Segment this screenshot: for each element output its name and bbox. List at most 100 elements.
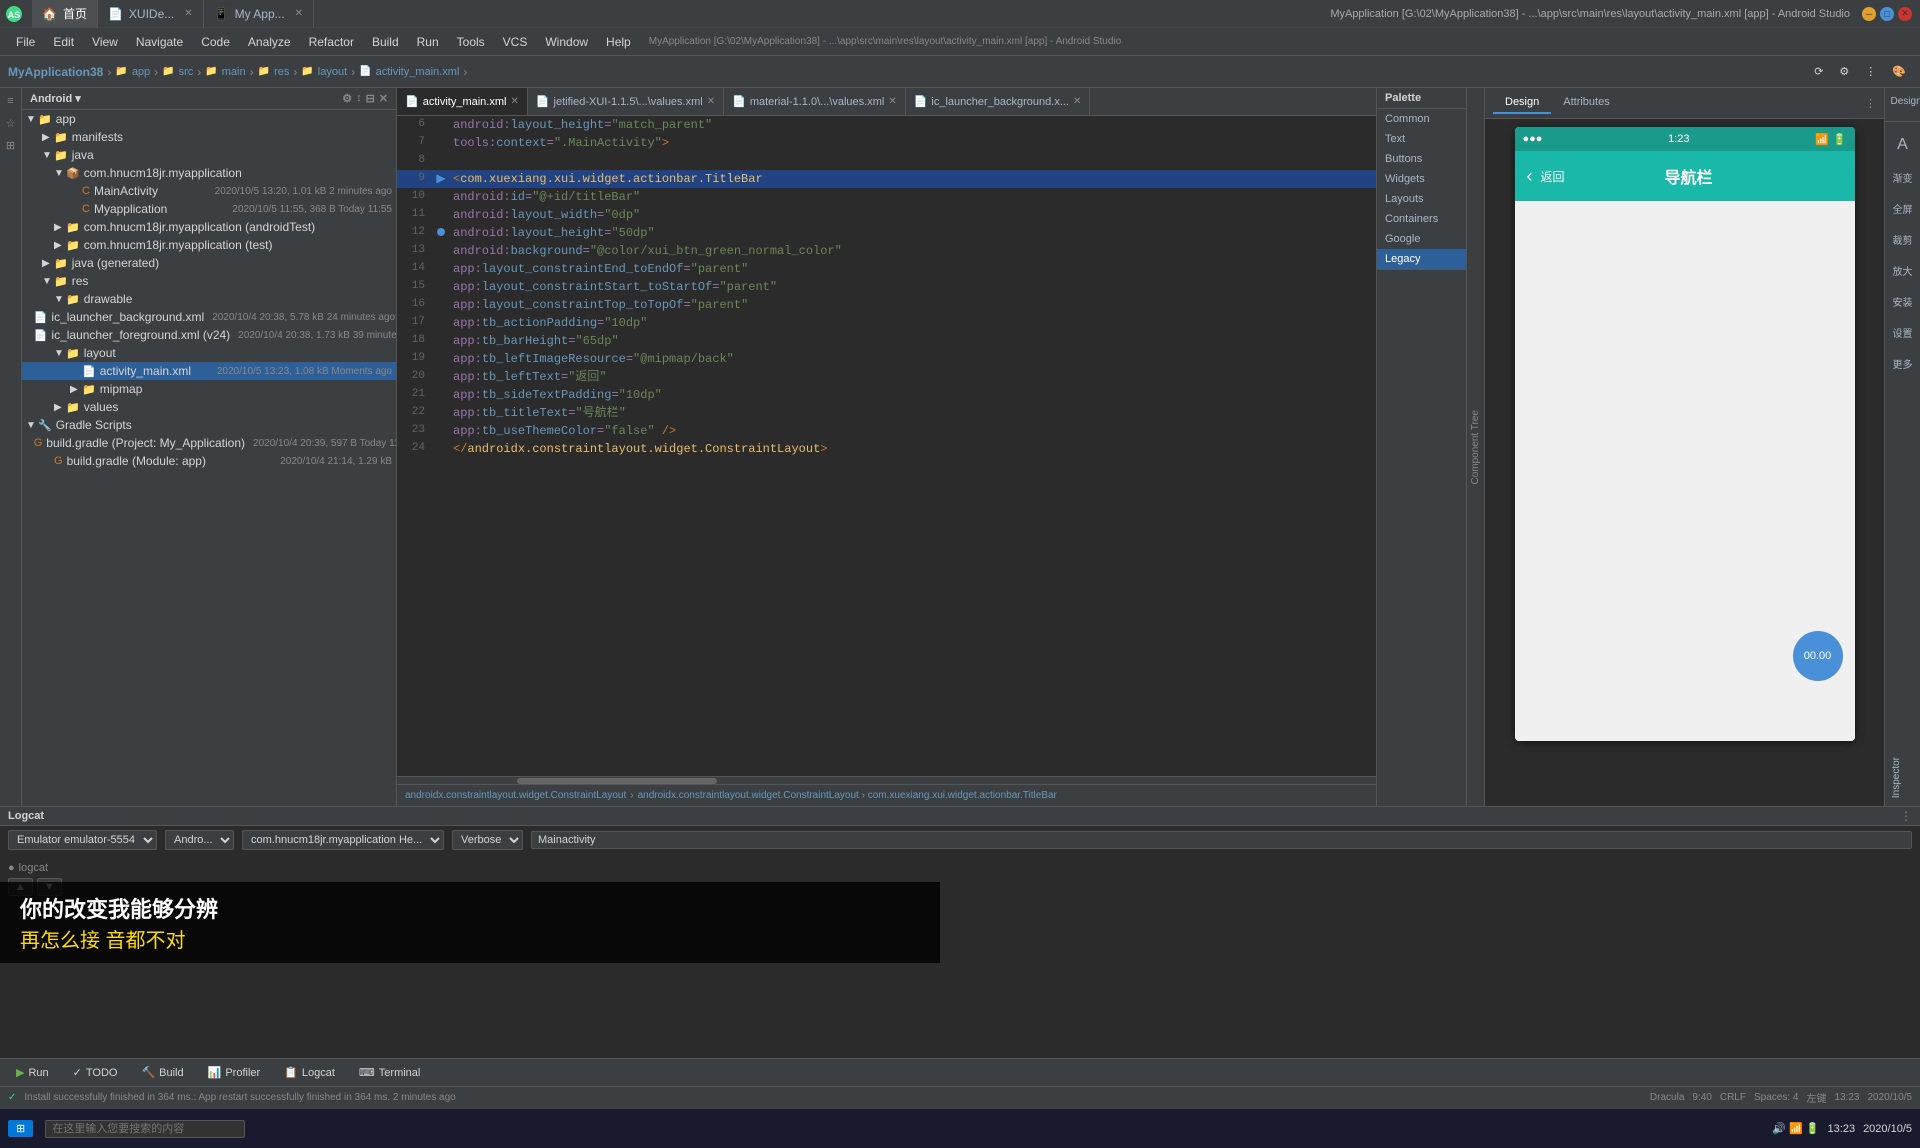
palette-icon-btn[interactable]: 🎨 <box>1886 63 1912 80</box>
status-position[interactable]: 9:40 <box>1692 1092 1711 1103</box>
attributes-tab[interactable]: Attributes <box>1551 92 1621 114</box>
tree-item-layout[interactable]: ▼ 📁 layout <box>22 344 396 362</box>
tree-arrow-package[interactable]: ▼ <box>54 168 66 179</box>
extra-btn-install[interactable]: 安装 <box>1889 290 1917 313</box>
package-select[interactable]: com.hnucm18jr.myapplication He... <box>242 830 444 850</box>
palette-common[interactable]: Common <box>1377 109 1466 129</box>
platform-select[interactable]: Andro... <box>165 830 234 850</box>
menu-navigate[interactable]: Navigate <box>128 33 191 51</box>
menu-tools[interactable]: Tools <box>449 33 493 51</box>
build-button[interactable]: 🔨 Build <box>133 1064 191 1081</box>
settings-button[interactable]: ⚙ <box>1833 63 1855 80</box>
extra-btn-crop[interactable]: 裁剪 <box>1889 228 1917 251</box>
tab-myapp[interactable]: 📱 My App... ✕ <box>204 0 314 28</box>
sidebar-sort-icon[interactable]: ↕ <box>356 92 362 105</box>
menu-analyze[interactable]: Analyze <box>240 33 299 51</box>
tree-arrow-test[interactable]: ▶ <box>54 240 66 251</box>
tab-material[interactable]: 📄 material-1.1.0\...\values.xml ✕ <box>724 88 906 116</box>
palette-text[interactable]: Text <box>1377 129 1466 149</box>
breadcrumb-app[interactable]: app <box>132 66 150 78</box>
menu-window[interactable]: Window <box>537 33 596 51</box>
status-titlebar[interactable]: androidx.constraintlayout.widget.Constra… <box>638 790 1057 801</box>
tree-item-ic-fg[interactable]: ▶ 📄 ic_launcher_foreground.xml (v24) 202… <box>22 326 396 344</box>
todo-button[interactable]: ✓ TODO <box>65 1064 126 1081</box>
project-name[interactable]: MyApplication38 <box>8 65 103 79</box>
design-tab[interactable]: Design <box>1493 92 1551 114</box>
tree-arrow-manifests[interactable]: ▶ <box>42 132 54 143</box>
tree-item-values[interactable]: ▶ 📁 values <box>22 398 396 416</box>
tree-arrow-gradle[interactable]: ▼ <box>26 420 38 431</box>
tree-item-package[interactable]: ▼ 📦 com.hnucm18jr.myapplication <box>22 164 396 182</box>
menu-view[interactable]: View <box>84 33 126 51</box>
tree-arrow-java-gen[interactable]: ▶ <box>42 258 54 269</box>
extra-btn-settings[interactable]: 设置 <box>1889 321 1917 344</box>
maximize-button[interactable]: □ <box>1880 7 1894 21</box>
tab-ic-launcher[interactable]: 📄 ic_launcher_background.x... ✕ <box>906 88 1091 116</box>
sidebar-gear-icon[interactable]: ⚙ <box>342 92 352 105</box>
extra-btn-zoom[interactable]: 放大 <box>1889 259 1917 282</box>
extra-btn-inspector[interactable]: Inspector <box>1889 753 1917 802</box>
tree-item-build-gradle-mod[interactable]: ▶ G build.gradle (Module: app) 2020/10/4… <box>22 452 396 470</box>
extra-btn-attr[interactable]: A <box>1889 132 1917 158</box>
tab-jetified-xui[interactable]: 📄 jetified-XUI-1.1.5\...\values.xml ✕ <box>528 88 724 116</box>
logcat-filter-input[interactable] <box>531 831 1912 849</box>
status-encoding[interactable]: CRLF <box>1720 1092 1746 1103</box>
scrollbar-h-thumb[interactable] <box>517 778 717 784</box>
tree-item-activity-main[interactable]: ▶ 📄 activity_main.xml 2020/10/5 13:23, 1… <box>22 362 396 380</box>
emulator-select[interactable]: Emulator emulator-5554 <box>8 830 157 850</box>
breadcrumb-src[interactable]: src <box>179 66 194 78</box>
breadcrumb-res[interactable]: res <box>274 66 289 78</box>
logcat-button[interactable]: 📋 Logcat <box>276 1064 343 1081</box>
palette-google[interactable]: Google <box>1377 229 1466 249</box>
close-button[interactable]: ✕ <box>1898 7 1912 21</box>
extra-btn-more[interactable]: 更多 <box>1889 352 1917 375</box>
palette-buttons[interactable]: Buttons <box>1377 149 1466 169</box>
tree-item-test[interactable]: ▶ 📁 com.hnucm18jr.myapplication (test) <box>22 236 396 254</box>
sidebar-collapse-icon[interactable]: ⊟ <box>366 92 375 105</box>
tree-item-gradle-scripts[interactable]: ▼ 🔧 Gradle Scripts <box>22 416 396 434</box>
tab-material-close[interactable]: ✕ <box>888 96 896 107</box>
breadcrumb-file[interactable]: activity_main.xml <box>376 66 460 78</box>
tree-item-mainactivity[interactable]: ▶ C MainActivity 2020/10/5 13:20, 1.01 k… <box>22 182 396 200</box>
menu-run[interactable]: Run <box>409 33 447 51</box>
tree-arrow-androidtest[interactable]: ▶ <box>54 222 66 233</box>
menu-refactor[interactable]: Refactor <box>301 33 362 51</box>
search-bar[interactable] <box>37 1118 253 1140</box>
tree-item-java-gen[interactable]: ▶ 📁 java (generated) <box>22 254 396 272</box>
tab-myapp-close[interactable]: ✕ <box>295 8 303 19</box>
menu-code[interactable]: Code <box>193 33 238 51</box>
menu-file[interactable]: File <box>8 33 43 51</box>
tree-item-ic-bg[interactable]: ▶ 📄 ic_launcher_background.xml 2020/10/4… <box>22 308 396 326</box>
phone-back-button[interactable]: ‹ <box>1527 166 1533 187</box>
phone-timer-button[interactable]: 00:00 <box>1793 631 1843 681</box>
code-editor[interactable]: 6 android:layout_height="match_parent" 7… <box>397 116 1376 776</box>
tree-arrow-values[interactable]: ▶ <box>54 402 66 413</box>
tree-item-myapplication[interactable]: ▶ C Myapplication 2020/10/5 11:55, 368 B… <box>22 200 396 218</box>
run-button[interactable]: ▶ Run <box>8 1064 57 1081</box>
status-constraint[interactable]: androidx.constraintlayout.widget.Constra… <box>405 790 626 801</box>
status-spaces[interactable]: Spaces: 4 <box>1754 1092 1798 1103</box>
tree-item-androidtest[interactable]: ▶ 📁 com.hnucm18jr.myapplication (android… <box>22 218 396 236</box>
extra-btn-fullscreen[interactable]: 全屏 <box>1889 197 1917 220</box>
tree-arrow-app[interactable]: ▼ <box>26 114 38 125</box>
menu-help[interactable]: Help <box>598 33 639 51</box>
tab-ic-launcher-close[interactable]: ✕ <box>1073 96 1081 107</box>
menu-edit[interactable]: Edit <box>45 33 82 51</box>
sync-button[interactable]: ⟳ <box>1808 63 1829 80</box>
profiler-button[interactable]: 📊 Profiler <box>200 1064 269 1081</box>
palette-widgets[interactable]: Widgets <box>1377 169 1466 189</box>
android-dropdown[interactable]: Android ▾ <box>30 92 81 105</box>
tree-arrow-res[interactable]: ▼ <box>42 276 54 287</box>
tree-item-mipmap[interactable]: ▶ 📁 mipmap <box>22 380 396 398</box>
tab-jetified-close[interactable]: ✕ <box>707 96 715 107</box>
level-select[interactable]: Verbose <box>452 830 523 850</box>
menu-vcs[interactable]: VCS <box>495 33 536 51</box>
palette-layouts[interactable]: Layouts <box>1377 189 1466 209</box>
extra-btn-gradient[interactable]: 渐变 <box>1889 166 1917 189</box>
tree-item-manifests[interactable]: ▶ 📁 manifests <box>22 128 396 146</box>
tab-activity-main[interactable]: 📄 activity_main.xml ✕ <box>397 88 528 116</box>
tree-item-build-gradle-proj[interactable]: ▶ G build.gradle (Project: My_Applicatio… <box>22 434 396 452</box>
breadcrumb-layout[interactable]: layout <box>318 66 347 78</box>
tree-item-java[interactable]: ▼ 📁 java <box>22 146 396 164</box>
palette-containers[interactable]: Containers <box>1377 209 1466 229</box>
